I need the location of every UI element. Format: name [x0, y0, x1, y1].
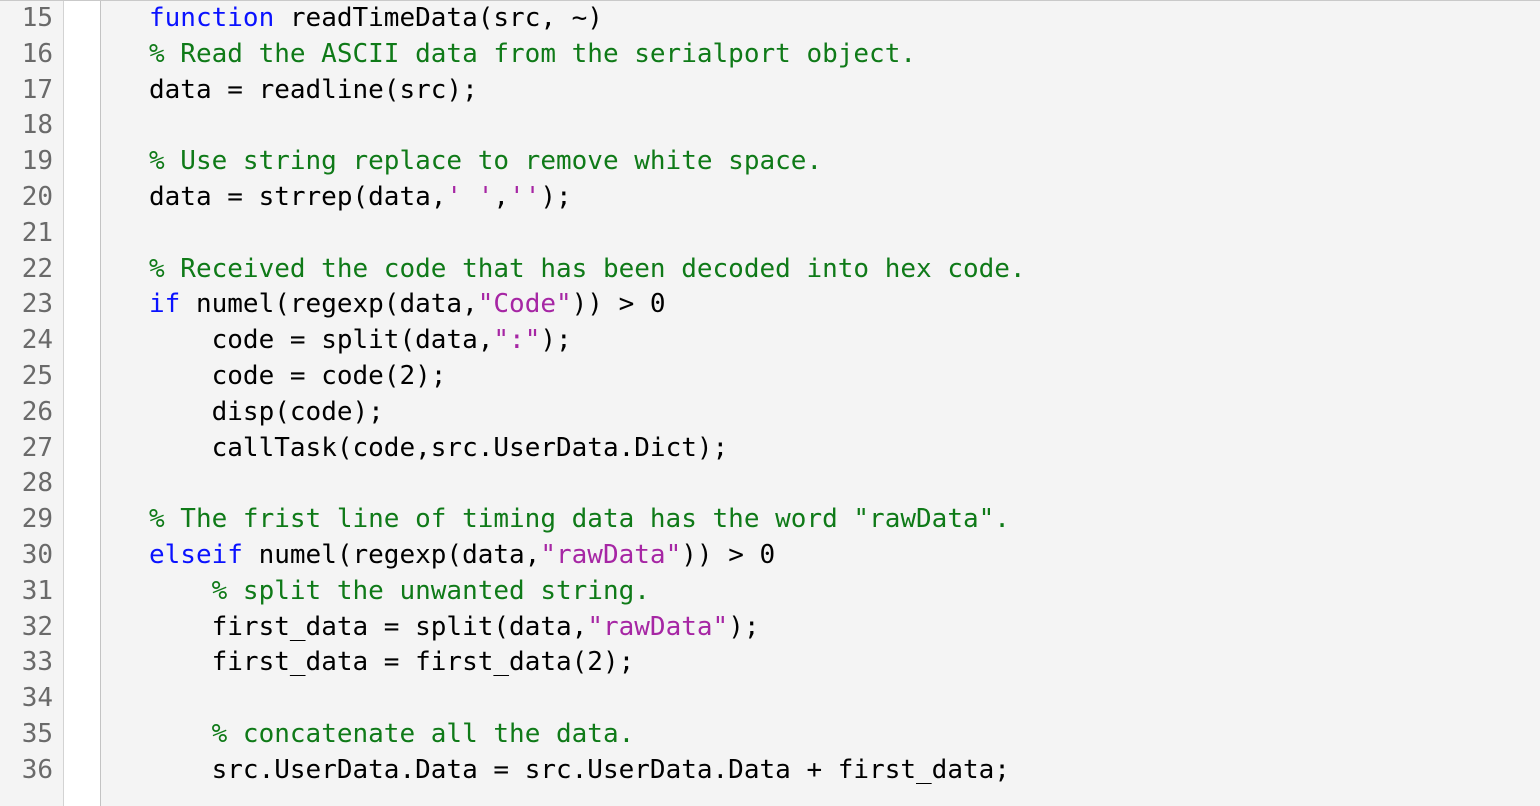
line-number: 22 [0, 252, 53, 288]
line-number: 19 [0, 144, 53, 180]
code-editor[interactable]: 1516171819202122232425262728293031323334… [0, 0, 1540, 806]
line-number: 25 [0, 359, 53, 395]
code-line[interactable]: code = code(2); [149, 359, 1540, 395]
code-line[interactable]: first_data = split(data,"rawData"); [149, 610, 1540, 646]
line-number: 26 [0, 395, 53, 431]
line-number: 32 [0, 610, 53, 646]
line-number: 30 [0, 538, 53, 574]
line-number: 35 [0, 717, 53, 753]
breakpoint-stripe [101, 1, 137, 806]
code-line[interactable]: % split the unwanted string. [149, 574, 1540, 610]
code-line[interactable] [149, 681, 1540, 717]
code-line[interactable]: first_data = first_data(2); [149, 645, 1540, 681]
code-line[interactable]: % The frist line of timing data has the … [149, 502, 1540, 538]
line-number: 17 [0, 73, 53, 109]
line-number: 24 [0, 323, 53, 359]
line-number: 28 [0, 466, 53, 502]
code-line[interactable]: data = strrep(data,' ',''); [149, 180, 1540, 216]
code-line[interactable]: disp(code); [149, 395, 1540, 431]
code-area[interactable]: function readTimeData(src, ~)% Read the … [137, 1, 1540, 806]
code-line[interactable]: data = readline(src); [149, 73, 1540, 109]
code-line[interactable]: % Use string replace to remove white spa… [149, 144, 1540, 180]
line-number: 18 [0, 108, 53, 144]
code-line[interactable]: code = split(data,":"); [149, 323, 1540, 359]
fold-column [64, 1, 101, 806]
code-line[interactable]: function readTimeData(src, ~) [149, 1, 1540, 37]
code-line[interactable]: if numel(regexp(data,"Code")) > 0 [149, 287, 1540, 323]
code-line[interactable] [149, 216, 1540, 252]
line-number: 29 [0, 502, 53, 538]
line-number: 15 [0, 1, 53, 37]
code-line[interactable]: % Received the code that has been decode… [149, 252, 1540, 288]
code-line[interactable]: % concatenate all the data. [149, 717, 1540, 753]
line-number: 16 [0, 37, 53, 73]
code-line[interactable]: src.UserData.Data = src.UserData.Data + … [149, 753, 1540, 789]
line-number: 27 [0, 431, 53, 467]
code-line[interactable]: callTask(code,src.UserData.Dict); [149, 431, 1540, 467]
line-number: 33 [0, 645, 53, 681]
code-line[interactable] [149, 108, 1540, 144]
line-number-gutter: 1516171819202122232425262728293031323334… [0, 1, 64, 806]
code-line[interactable]: % Read the ASCII data from the serialpor… [149, 37, 1540, 73]
code-line[interactable]: elseif numel(regexp(data,"rawData")) > 0 [149, 538, 1540, 574]
line-number: 23 [0, 287, 53, 323]
line-number: 21 [0, 216, 53, 252]
line-number: 20 [0, 180, 53, 216]
line-number: 36 [0, 753, 53, 789]
line-number: 34 [0, 681, 53, 717]
line-number: 31 [0, 574, 53, 610]
code-line[interactable] [149, 466, 1540, 502]
